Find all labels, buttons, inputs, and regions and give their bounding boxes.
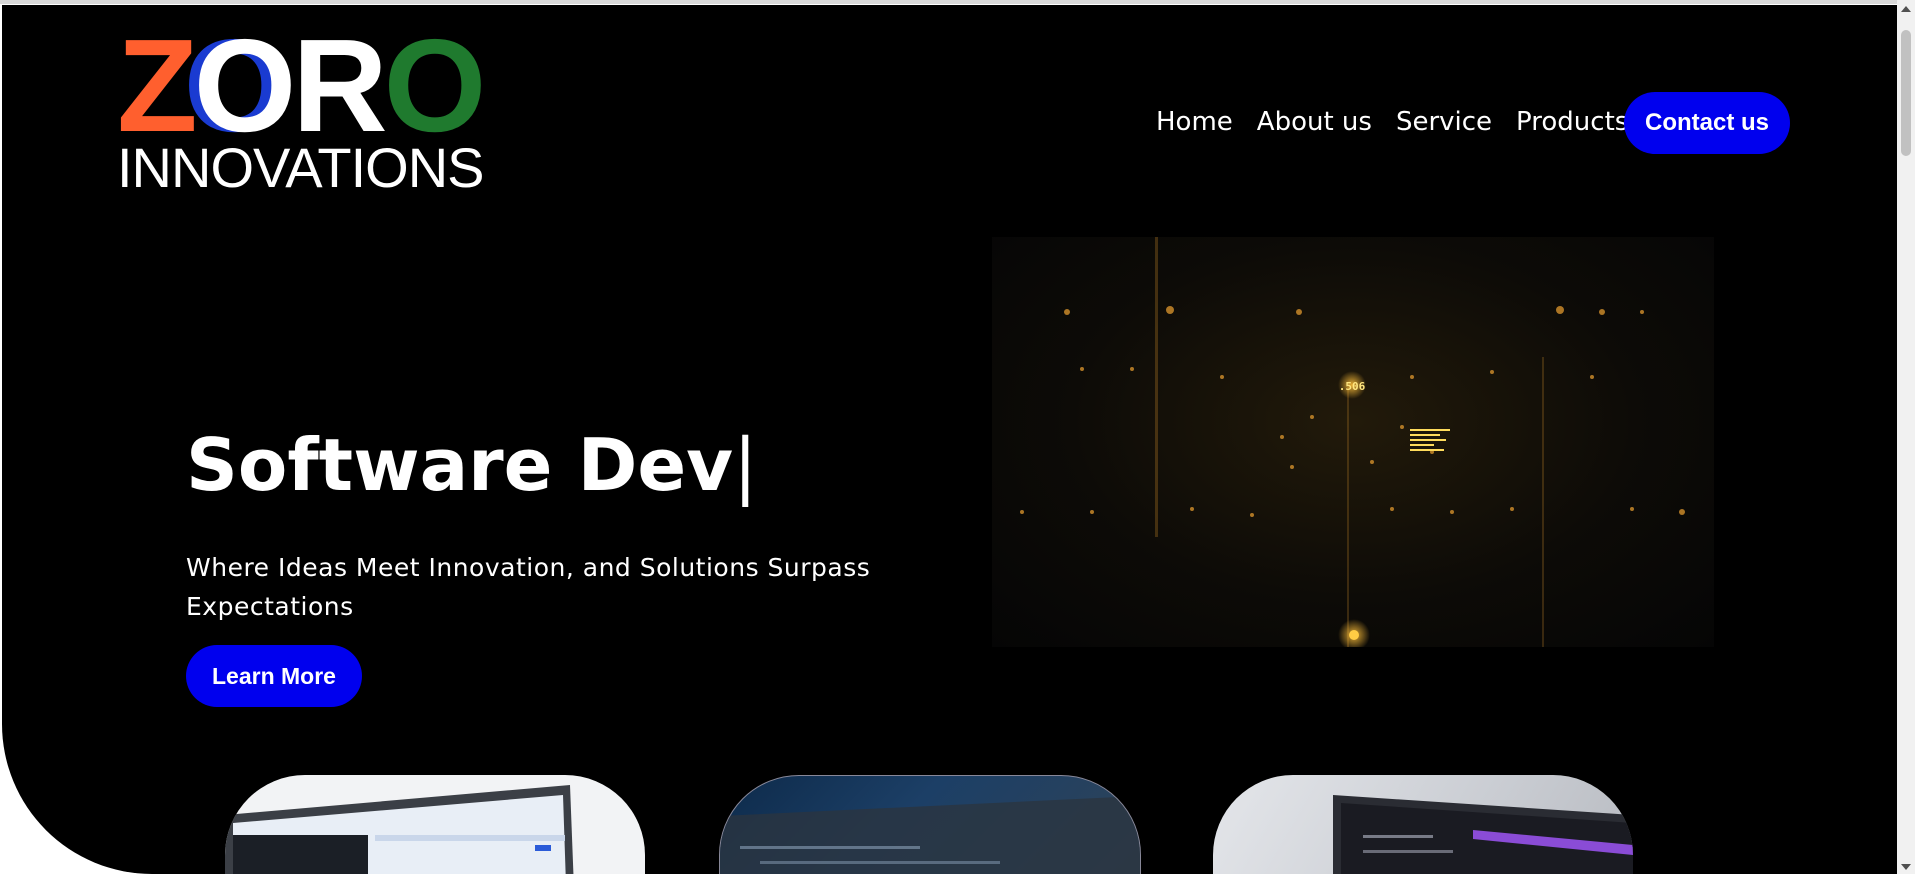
learn-more-button[interactable]: Learn More — [186, 645, 362, 707]
vertical-scrollbar[interactable] — [1897, 0, 1915, 874]
service-card-2[interactable] — [719, 775, 1141, 874]
media-badge-text: .506 — [1339, 380, 1366, 393]
scroll-thumb[interactable] — [1901, 30, 1911, 156]
hero-tagline: Where Ideas Meet Innovation, and Solutio… — [186, 553, 871, 621]
typed-text: Software Dev — [186, 423, 734, 507]
nav-about-us[interactable]: About us — [1257, 107, 1372, 137]
zoro-innovations-logo[interactable]: Z O R O INNOVATIONS — [117, 12, 487, 196]
scroll-up-icon[interactable] — [1901, 6, 1911, 12]
scroll-down-icon[interactable] — [1901, 864, 1911, 870]
code-screen-image — [720, 796, 1140, 874]
code-particles-graphic: .506 — [1020, 237, 1685, 647]
logo-wordmark: Z O R O — [117, 12, 487, 159]
logo-letter-z: Z — [117, 12, 198, 159]
typing-cursor: | — [733, 423, 758, 507]
logo-letter-o: O — [193, 12, 297, 159]
nav-service[interactable]: Service — [1396, 107, 1492, 137]
window-top-border — [0, 0, 1897, 4]
main-nav: Home About us Service Products — [1156, 107, 1628, 137]
service-card-1[interactable] — [225, 775, 645, 874]
service-card-3[interactable] — [1213, 775, 1633, 874]
hero-headline: Software Dev| — [186, 423, 757, 507]
nav-home[interactable]: Home — [1156, 107, 1233, 137]
laptop-image-1 — [225, 785, 574, 874]
contact-us-button[interactable]: Contact us — [1624, 92, 1790, 154]
hero-video[interactable]: .506 — [992, 237, 1714, 647]
logo-letter-o-green: O — [383, 12, 487, 159]
logo-subtitle: INNOVATIONS — [117, 136, 485, 199]
laptop-image-3 — [1333, 795, 1633, 874]
logo-letter-r: R — [292, 12, 387, 159]
hero-section: Z O R O INNOVATIONS Home About us Servic… — [2, 5, 1897, 874]
nav-products[interactable]: Products — [1516, 107, 1628, 137]
